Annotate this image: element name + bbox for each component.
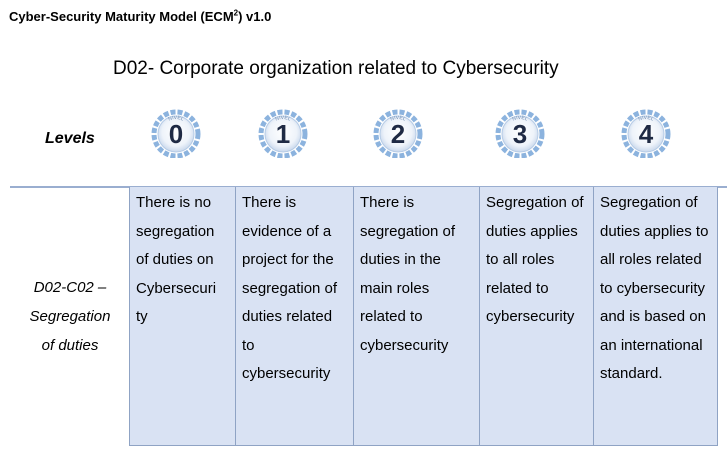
domain-title: D02- Corporate organization related to C… xyxy=(113,58,559,79)
level-3-number: 3 xyxy=(512,119,528,149)
level-0-badge: NIVEL 0 xyxy=(151,108,201,158)
level-4-badge: NIVEL 4 xyxy=(621,108,671,158)
level-2-badge: NIVEL 2 xyxy=(373,108,423,158)
level-4-number: 4 xyxy=(638,119,654,149)
level-1-number: 1 xyxy=(275,119,291,149)
levels-label: Levels xyxy=(45,130,95,147)
level-4-description: Segregation of duties applies to all rol… xyxy=(593,187,718,446)
level-3-badge: NIVEL 3 xyxy=(495,108,545,158)
control-label: D02-C02 – Segregation of duties xyxy=(29,279,111,354)
level-3-description: Segregation of duties applies to all rol… xyxy=(479,187,594,446)
level-0-number: 0 xyxy=(168,119,184,149)
level-1-description: There is evidence of a project for the s… xyxy=(235,187,354,446)
level-1-badge: NIVEL 1 xyxy=(258,108,308,158)
level-0-description: There is no segregation of duties on Cyb… xyxy=(129,187,236,446)
level-2-description: There is segregation of duties in the ma… xyxy=(353,187,480,446)
model-title: Cyber-Security Maturity Model (ECM2) v1.… xyxy=(9,8,272,24)
level-2-number: 2 xyxy=(390,119,406,149)
